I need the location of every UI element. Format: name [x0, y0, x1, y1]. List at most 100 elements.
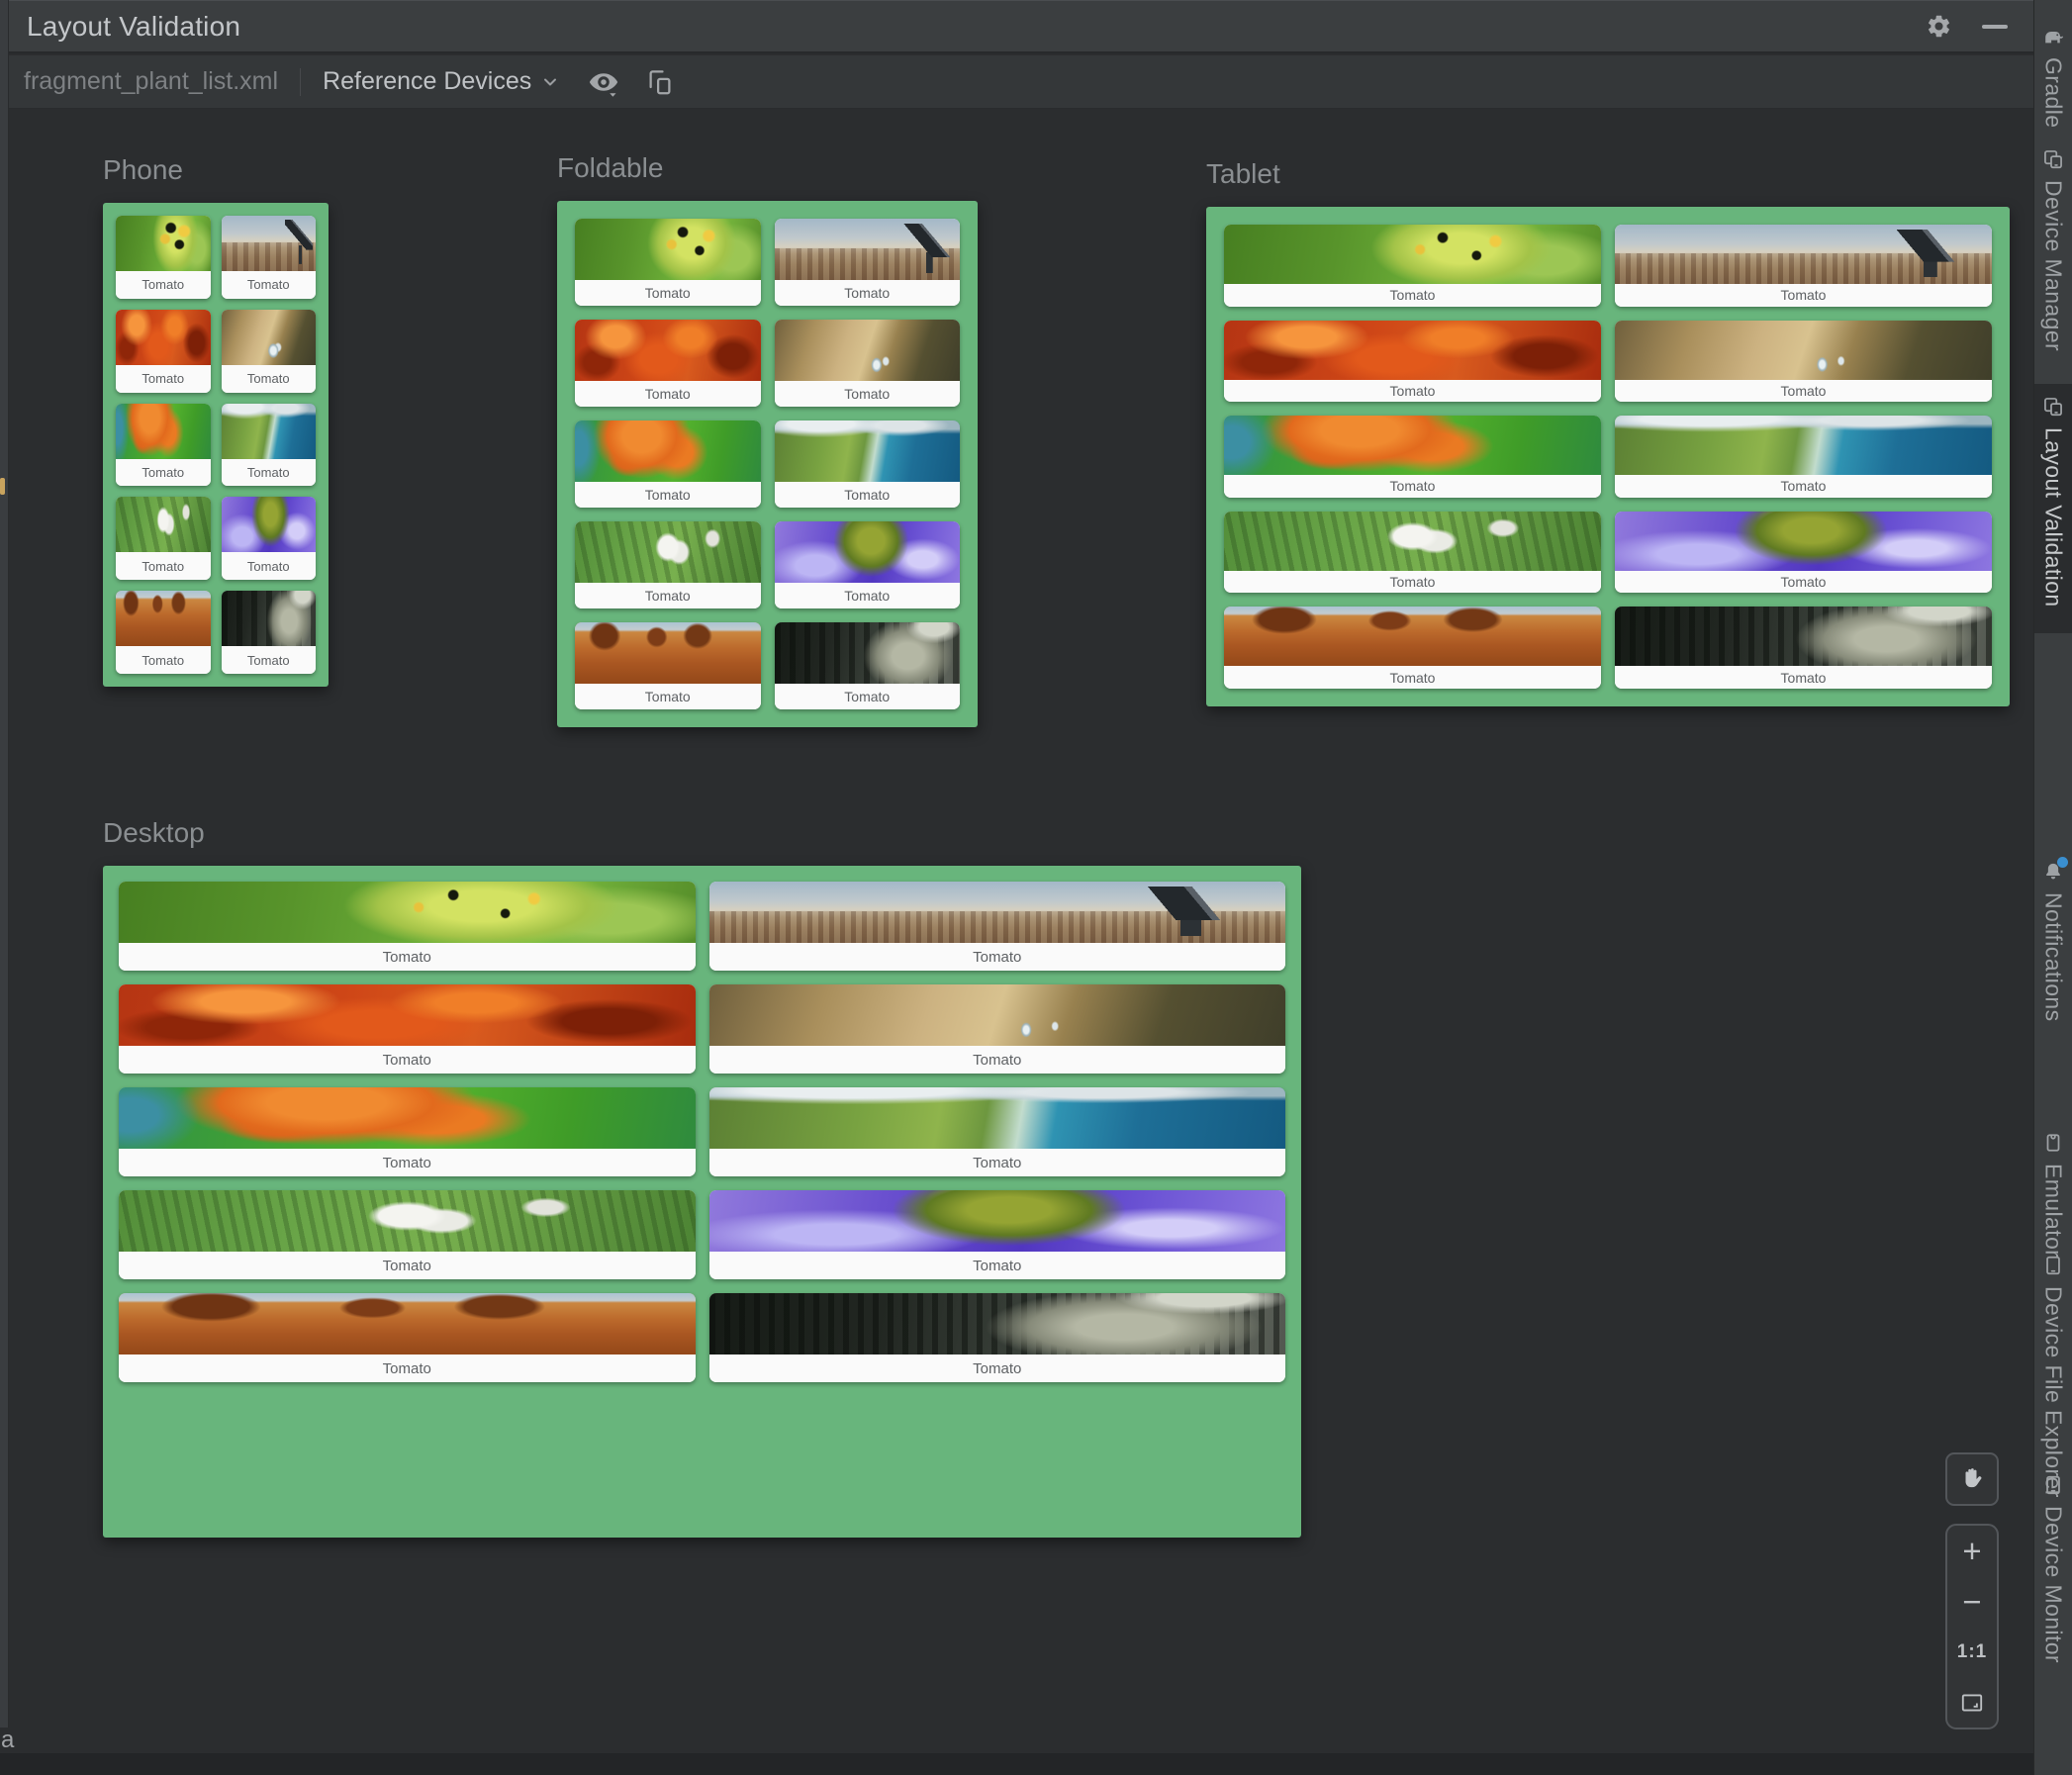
- device-icon: [2042, 1255, 2064, 1276]
- preview-label-foldable: Foldable: [557, 152, 664, 183]
- sidebar-tab-label: Device Manager: [2040, 180, 2067, 352]
- plant-card: Tomato: [774, 420, 960, 508]
- card-label: Tomato: [708, 1046, 1285, 1074]
- purple-river-rocks-image: [708, 1190, 1285, 1252]
- device-selector-label: Reference Devices: [323, 67, 532, 95]
- plant-card: Tomato: [575, 420, 761, 508]
- plant-card: Tomato: [575, 622, 761, 709]
- preview-section-tablet: Tablet Tomato Tomato Tomato Tomato Tomato Toma…: [1206, 156, 2010, 706]
- preview-tablet[interactable]: Tomato Tomato Tomato Tomato Tomato Tomato Toma…: [1206, 207, 2010, 706]
- pan-button[interactable]: [1945, 1452, 1999, 1506]
- card-label: Tomato: [119, 943, 696, 971]
- card-label: Tomato: [116, 552, 211, 581]
- device-selector-dropdown[interactable]: Reference Devices: [323, 67, 560, 96]
- farm-aerial-image: [116, 497, 211, 553]
- card-label: Tomato: [221, 458, 316, 487]
- actual-size-button[interactable]: 1:1: [1947, 1627, 1997, 1677]
- card-label: Tomato: [221, 646, 316, 674]
- sidebar-tab-device-manager[interactable]: Device Manager: [2034, 137, 2072, 365]
- preview-section-foldable: Foldable Tomato Tomato Tomato Tomato Tomato To…: [557, 150, 978, 727]
- orange-maple-leaf-image: [116, 403, 211, 459]
- card-label: Tomato: [774, 583, 960, 608]
- toolbar-separator: [300, 67, 302, 96]
- layout-validation-window: Layout Validation fragment_plant_list.xm…: [0, 0, 2072, 1775]
- red-maple-leaves-image: [1224, 320, 1601, 380]
- plant-card: Tomato: [119, 882, 696, 971]
- preview-desktop[interactable]: Tomato Tomato Tomato Tomato Tomato Tomato Toma…: [103, 866, 1301, 1538]
- preview-label-desktop: Desktop: [103, 817, 205, 848]
- card-label: Tomato: [1615, 475, 1992, 498]
- gear-icon[interactable]: [1926, 13, 1952, 40]
- card-label: Tomato: [708, 1149, 1285, 1176]
- farm-aerial-image: [119, 1190, 696, 1252]
- telescope-cityscape-image: [221, 216, 316, 271]
- preview-foldable[interactable]: Tomato Tomato Tomato Tomato Tomato Tomato Toma…: [557, 201, 978, 727]
- plant-card: Tomato: [1224, 607, 1601, 689]
- plant-card: Tomato: [116, 216, 211, 299]
- card-label: Tomato: [1224, 379, 1601, 403]
- card-label: Tomato: [116, 271, 211, 299]
- copy-devices-icon[interactable]: [645, 67, 675, 97]
- plant-card: Tomato: [1615, 511, 1992, 594]
- plant-card: Tomato: [221, 403, 316, 487]
- sidebar-tab-label: Gradle: [2040, 57, 2067, 129]
- sidebar-tab-notifications[interactable]: Notifications: [2034, 849, 2072, 1035]
- card-label: Tomato: [1615, 666, 1992, 689]
- preview-phone[interactable]: Tomato Tomato Tomato Tomato Tomato Tomato Toma…: [103, 203, 329, 687]
- gutter-letter: a: [1, 1727, 15, 1753]
- plant-card: Tomato: [774, 320, 960, 407]
- card-label: Tomato: [774, 280, 960, 306]
- card-label: Tomato: [1615, 379, 1992, 403]
- minimize-icon[interactable]: [1982, 24, 2008, 29]
- plant-card: Tomato: [221, 216, 316, 299]
- file-name-breadcrumb: fragment_plant_list.xml: [24, 67, 279, 95]
- plant-card: Tomato: [1615, 320, 1992, 403]
- red-maple-leaves-image: [119, 984, 696, 1046]
- plant-card: Tomato: [119, 984, 696, 1074]
- card-label: Tomato: [575, 381, 761, 407]
- sidebar-tab-layout-validation[interactable]: Layout Validation: [2034, 384, 2072, 633]
- devices-icon: [2042, 148, 2064, 170]
- desert-buttes-image: [119, 1293, 696, 1355]
- wood-water-drops-image: [221, 309, 316, 365]
- card-label: Tomato: [1615, 570, 1992, 594]
- hand-icon: [1957, 1464, 1987, 1494]
- toolbar: fragment_plant_list.xml Reference Device…: [0, 55, 2033, 109]
- plant-card: Tomato: [1224, 511, 1601, 594]
- plant-card: Tomato: [1224, 320, 1601, 403]
- card-label: Tomato: [221, 271, 316, 299]
- zoom-out-button[interactable]: −: [1947, 1576, 1997, 1627]
- card-label: Tomato: [221, 552, 316, 581]
- notification-badge: [2057, 857, 2068, 868]
- plant-card: Tomato: [1224, 225, 1601, 307]
- desert-buttes-image: [575, 622, 761, 684]
- card-label: Tomato: [1224, 666, 1601, 689]
- farm-aerial-image: [575, 521, 761, 583]
- wood-water-drops-image: [708, 984, 1285, 1046]
- plant-card: Tomato: [116, 403, 211, 487]
- sidebar-tab-label: Layout Validation: [2040, 427, 2067, 607]
- bottom-edge: [0, 1753, 2033, 1775]
- eye-icon[interactable]: [586, 67, 621, 97]
- card-label: Tomato: [116, 364, 211, 393]
- sidebar-tab-gradle[interactable]: Gradle: [2034, 14, 2072, 141]
- orange-maple-leaf-image: [119, 1087, 696, 1149]
- plant-card: Tomato: [708, 1293, 1285, 1382]
- telescope-cityscape-image: [1615, 225, 1992, 284]
- titlebar-actions: [1926, 13, 2008, 40]
- plant-card: Tomato: [1615, 416, 1992, 498]
- caterpillar-leaf-image: [575, 219, 761, 280]
- plant-card: Tomato: [221, 309, 316, 393]
- coastline-aerial-image: [221, 403, 316, 459]
- telescope-cityscape-image: [708, 882, 1285, 943]
- sidebar-tab-device-monitor[interactable]: Device Monitor: [2034, 1462, 2072, 1677]
- chevron-down-icon: [540, 72, 560, 92]
- plant-card: Tomato: [774, 622, 960, 709]
- caterpillar-leaf-image: [116, 216, 211, 271]
- bell-icon: [2042, 857, 2068, 883]
- device-icon: [2042, 1474, 2064, 1496]
- zoom-in-button[interactable]: +: [1947, 1526, 1997, 1576]
- card-label: Tomato: [119, 1149, 696, 1176]
- desert-buttes-image: [1224, 607, 1601, 667]
- fit-screen-button[interactable]: [1947, 1677, 1997, 1728]
